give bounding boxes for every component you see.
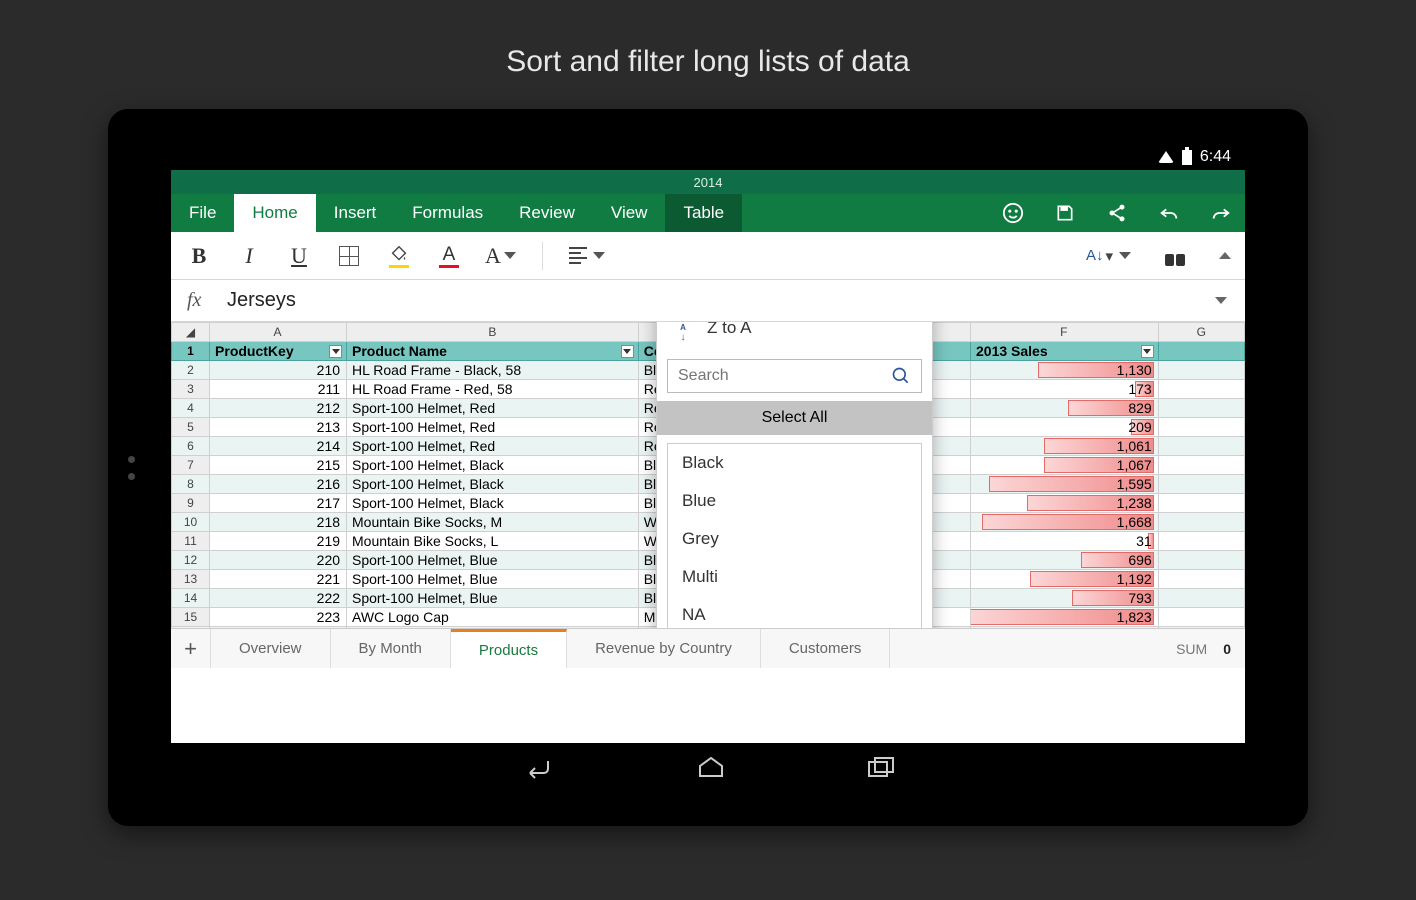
toolbar-collapse-icon[interactable] (1219, 252, 1231, 259)
sum-label: SUM (1176, 641, 1207, 657)
fx-expand-icon[interactable] (1215, 297, 1227, 304)
filter-options-list: BlackBlueGreyMultiNA (667, 443, 922, 628)
tab-insert[interactable]: Insert (316, 194, 395, 232)
select-all-button[interactable]: Select All (657, 401, 932, 435)
select-all-corner[interactable]: ◢ (172, 323, 210, 342)
tab-file[interactable]: File (171, 194, 234, 232)
document-titlebar: 2014 (171, 170, 1245, 194)
smiley-icon[interactable] (1001, 201, 1025, 225)
camera-dots (128, 446, 135, 490)
undo-icon[interactable] (1157, 201, 1181, 225)
tab-formulas[interactable]: Formulas (394, 194, 501, 232)
fx-label: fx (187, 289, 227, 312)
worksheet[interactable]: ◢ A B C D E F G 1 ProductKey Product Nam… (171, 322, 1245, 628)
back-icon[interactable] (520, 755, 556, 779)
borders-button[interactable] (335, 246, 363, 266)
fx-value[interactable]: Jerseys (227, 289, 1229, 312)
col-header-f[interactable]: F (971, 323, 1159, 342)
sort-za-icon: ZA↓ (673, 322, 693, 343)
share-icon[interactable] (1105, 201, 1129, 225)
tab-view[interactable]: View (593, 194, 666, 232)
toolbar-separator (542, 242, 543, 270)
sheet-tab[interactable]: Revenue by Country (567, 629, 761, 668)
sort-za-label: Z to A (707, 322, 751, 338)
sheet-tab[interactable]: Overview (211, 629, 331, 668)
sort-za-button[interactable]: ZA↓ Z to A (657, 322, 932, 351)
tab-table[interactable]: Table (665, 194, 742, 232)
filter-option[interactable]: Grey (668, 520, 921, 558)
sheet-tab[interactable]: By Month (331, 629, 451, 668)
tab-review[interactable]: Review (501, 194, 593, 232)
filter-option[interactable]: Multi (668, 558, 921, 596)
find-button[interactable] (1161, 246, 1189, 266)
tab-home[interactable]: Home (234, 194, 315, 232)
recent-apps-icon[interactable] (866, 756, 896, 778)
sort-filter-popup: Sort and Filter AZ↓ A to Z ZA↓ Z to A Se… (656, 322, 933, 628)
align-button[interactable] (569, 247, 605, 264)
italic-button[interactable]: I (235, 243, 263, 269)
col-header-g[interactable]: G (1158, 323, 1244, 342)
filter-option[interactable]: Blue (668, 482, 921, 520)
sheet-tab[interactable]: Customers (761, 629, 891, 668)
redo-icon[interactable] (1209, 201, 1233, 225)
sheet-tabs-bar: + OverviewBy MonthProductsRevenue by Cou… (171, 628, 1245, 668)
font-color-button[interactable]: A (435, 244, 463, 268)
fill-color-button[interactable] (385, 244, 413, 268)
formula-bar[interactable]: fx Jerseys (171, 280, 1245, 322)
underline-button[interactable]: U (285, 243, 313, 269)
bold-button[interactable]: B (185, 243, 213, 269)
filter-option[interactable]: Black (668, 444, 921, 482)
status-sum: SUM 0 (1162, 629, 1245, 668)
home-icon[interactable] (696, 756, 726, 778)
home-toolbar: B I U A A A↓▾ (171, 232, 1245, 280)
filter-option[interactable]: NA (668, 596, 921, 628)
wifi-icon (1158, 151, 1174, 163)
sum-value: 0 (1223, 641, 1231, 657)
sort-filter-button[interactable]: A↓▾ (1086, 247, 1131, 265)
col-header-b[interactable]: B (347, 323, 639, 342)
filter-search-input[interactable] (678, 367, 891, 385)
ribbon-tabs: File Home Insert Formulas Review View Ta… (171, 194, 1245, 232)
save-icon[interactable] (1053, 201, 1077, 225)
ribbon-actions (1001, 194, 1233, 232)
tablet-frame: 6:44 2014 File Home Insert Formulas Revi… (108, 109, 1308, 826)
font-size-button[interactable]: A (485, 243, 516, 269)
col-header-a[interactable]: A (210, 323, 347, 342)
add-sheet-button[interactable]: + (171, 629, 211, 668)
android-statusbar: 6:44 (171, 144, 1245, 170)
document-year: 2014 (694, 175, 723, 190)
filter-search-box[interactable] (667, 359, 922, 393)
battery-icon (1182, 150, 1192, 165)
sheet-tab[interactable]: Products (451, 629, 567, 668)
device-screen: 6:44 2014 File Home Insert Formulas Revi… (171, 144, 1245, 791)
android-navbar (171, 743, 1245, 791)
clock-text: 6:44 (1200, 148, 1231, 166)
page-caption: Sort and filter long lists of data (0, 0, 1416, 109)
search-icon (891, 366, 911, 386)
